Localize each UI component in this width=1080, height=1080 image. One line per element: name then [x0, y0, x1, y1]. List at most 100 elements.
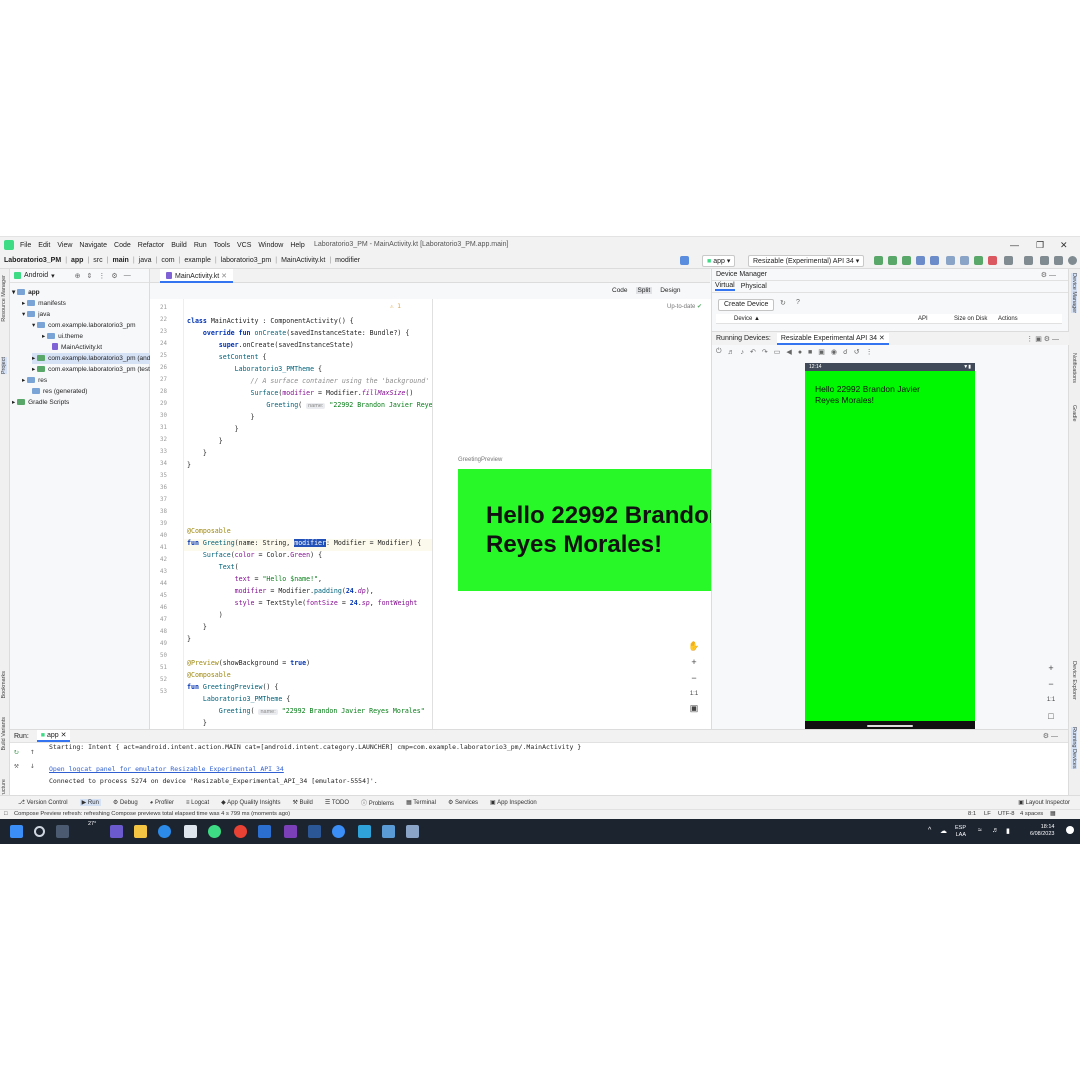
zoom-icon[interactable]: ☌: [843, 348, 848, 356]
more-icon[interactable]: ⋮: [866, 348, 873, 356]
apply-changes-icon[interactable]: [874, 256, 883, 265]
record-icon[interactable]: ◉: [831, 348, 837, 356]
line-separator[interactable]: LF: [984, 810, 991, 819]
tool-profiler[interactable]: ◕ Profiler: [150, 800, 174, 806]
volume-icon[interactable]: ♬: [992, 827, 999, 834]
cursor-position[interactable]: 8:1: [968, 810, 976, 819]
search-icon[interactable]: [1024, 256, 1033, 265]
menu-code[interactable]: Code: [114, 242, 131, 249]
apply-code-changes-icon[interactable]: [888, 256, 897, 265]
column-size[interactable]: Size on Disk: [954, 316, 987, 322]
hammer-icon[interactable]: [680, 256, 689, 265]
tool-app-quality[interactable]: ◆ App Quality Insights: [221, 799, 280, 806]
tab-mainactivity[interactable]: MainActivity.kt ✕: [160, 269, 234, 283]
run-config-select[interactable]: ■ app ▾: [702, 255, 736, 267]
options-icon[interactable]: ⚙: [111, 272, 117, 280]
weather-text[interactable]: 27°: [88, 821, 96, 827]
tree-item-res[interactable]: ▸ res: [22, 375, 47, 386]
breadcrumb-file[interactable]: MainActivity.kt: [281, 257, 325, 264]
teams-icon[interactable]: [110, 825, 123, 838]
zoom-actual-size[interactable]: 1:1: [687, 687, 701, 701]
file-explorer-icon[interactable]: [134, 825, 147, 838]
menu-file[interactable]: File: [20, 242, 31, 249]
stop-icon[interactable]: [988, 256, 997, 265]
column-api[interactable]: API: [918, 316, 928, 322]
app-icon-5[interactable]: [406, 825, 419, 838]
menu-vcs[interactable]: VCS: [237, 242, 251, 249]
menu-edit[interactable]: Edit: [38, 242, 50, 249]
coverage-icon[interactable]: [960, 256, 969, 265]
help-icon[interactable]: ?: [796, 299, 800, 306]
tool-running-devices[interactable]: Running Devices: [1071, 727, 1077, 769]
project-view-select[interactable]: Android: [24, 272, 48, 279]
cloud-icon[interactable]: ☁: [940, 827, 947, 835]
tree-item-gradle-scripts[interactable]: ▸ Gradle Scripts: [12, 397, 69, 408]
phone-screen[interactable]: Hello 22992 Brandon Javier Reyes Morales…: [805, 371, 975, 721]
sync-icon[interactable]: [974, 256, 983, 265]
tool-app-inspection[interactable]: ▣ App Inspection: [490, 799, 537, 806]
tool-version-control[interactable]: ⎇ Version Control: [18, 799, 68, 806]
tool-bookmarks[interactable]: Bookmarks: [1, 671, 7, 699]
tool-device-manager[interactable]: Device Manager: [1071, 273, 1077, 314]
settings-icon[interactable]: [1040, 256, 1049, 265]
tool-logcat[interactable]: ≡ Logcat: [186, 800, 209, 806]
tool-build-variants[interactable]: Build Variants: [1, 717, 7, 751]
file-encoding[interactable]: UTF-8: [998, 810, 1014, 819]
column-device[interactable]: Device ▲: [734, 316, 760, 322]
menu-build[interactable]: Build: [171, 242, 187, 249]
collapse-icon[interactable]: ⇕: [87, 272, 93, 280]
onenote-icon[interactable]: [284, 825, 297, 838]
android-studio-icon[interactable]: [208, 825, 221, 838]
breadcrumb-package[interactable]: laboratorio3_pm: [221, 257, 272, 264]
create-device-button[interactable]: Create Device: [718, 299, 775, 311]
view-mode-split[interactable]: Split: [635, 287, 653, 294]
gear-icon[interactable]: [1054, 256, 1063, 265]
menu-view[interactable]: View: [57, 242, 72, 249]
rotate-left-icon[interactable]: ↶: [750, 348, 756, 356]
emulator-phone[interactable]: 12:14 ▼▮ Hello 22992 Brandon Javier Reye…: [805, 363, 975, 731]
clock[interactable]: 18:14 6/08/2023: [1030, 824, 1054, 838]
sdk-manager-icon[interactable]: [1004, 256, 1013, 265]
tree-item-app[interactable]: ▾ app: [12, 287, 40, 298]
tree-item-android-test[interactable]: ▸ com.example.laboratorio3_pm (androidTe…: [32, 353, 175, 364]
view-mode-code[interactable]: Code: [612, 287, 628, 294]
tool-gradle[interactable]: Gradle: [1071, 405, 1077, 422]
running-device-tab[interactable]: Resizable Experimental API 34 ✕: [776, 332, 889, 345]
tab-virtual[interactable]: Virtual: [715, 282, 735, 291]
tab-physical[interactable]: Physical: [741, 283, 767, 290]
zoom-fit-icon[interactable]: ▣: [687, 701, 701, 715]
home-icon[interactable]: ●: [798, 349, 802, 356]
tree-item-mainactivity[interactable]: MainActivity.kt: [52, 342, 102, 353]
device-zoom-out-icon[interactable]: −: [1044, 677, 1058, 691]
app-icon-3[interactable]: [358, 825, 371, 838]
wifi-icon[interactable]: ≈: [978, 827, 982, 834]
chrome-icon[interactable]: [234, 825, 247, 838]
device-zoom-fit-icon[interactable]: □: [1044, 709, 1058, 723]
power-icon[interactable]: ⏻: [716, 348, 722, 356]
indent-setting[interactable]: 4 spaces: [1020, 810, 1043, 819]
fold-icon[interactable]: ▭: [774, 348, 781, 356]
menu-tools[interactable]: Tools: [214, 242, 230, 249]
breadcrumb-src[interactable]: src: [93, 257, 102, 264]
attach-debugger-icon[interactable]: [946, 256, 955, 265]
code-editor[interactable]: 21 22 23 24 25 26 27 28 29 30 31 32 33 34 35 36 37 38 39 40…: [150, 299, 432, 729]
notification-icon[interactable]: [1066, 826, 1074, 834]
gesture-bar[interactable]: [867, 725, 913, 727]
restore-icon[interactable]: ❐: [1036, 240, 1044, 251]
preview-render[interactable]: Hello 22992 Brandon JavierReyes Morales!: [458, 469, 712, 591]
device-select[interactable]: Resizable (Experimental) API 34 ▾: [748, 255, 865, 267]
task-view-icon[interactable]: [56, 825, 69, 838]
app-icon-2[interactable]: [332, 825, 345, 838]
snapshot-icon[interactable]: ↺: [854, 348, 860, 356]
word-icon[interactable]: [308, 825, 321, 838]
account-icon[interactable]: [1068, 256, 1077, 265]
screenshot-icon[interactable]: ▣: [818, 348, 825, 356]
rerun-icon[interactable]: [902, 256, 911, 265]
tree-item-package[interactable]: ▾ com.example.laboratorio3_pm: [32, 320, 136, 331]
tree-item-res-generated[interactable]: res (generated): [32, 386, 87, 397]
menu-help[interactable]: Help: [290, 242, 304, 249]
device-zoom-actual[interactable]: 1:1: [1044, 693, 1058, 707]
search-icon[interactable]: [34, 826, 45, 837]
breadcrumb-project[interactable]: Laboratorio3_PM: [4, 257, 61, 264]
tool-layout-inspector[interactable]: ▣ Layout Inspector: [1018, 799, 1070, 806]
